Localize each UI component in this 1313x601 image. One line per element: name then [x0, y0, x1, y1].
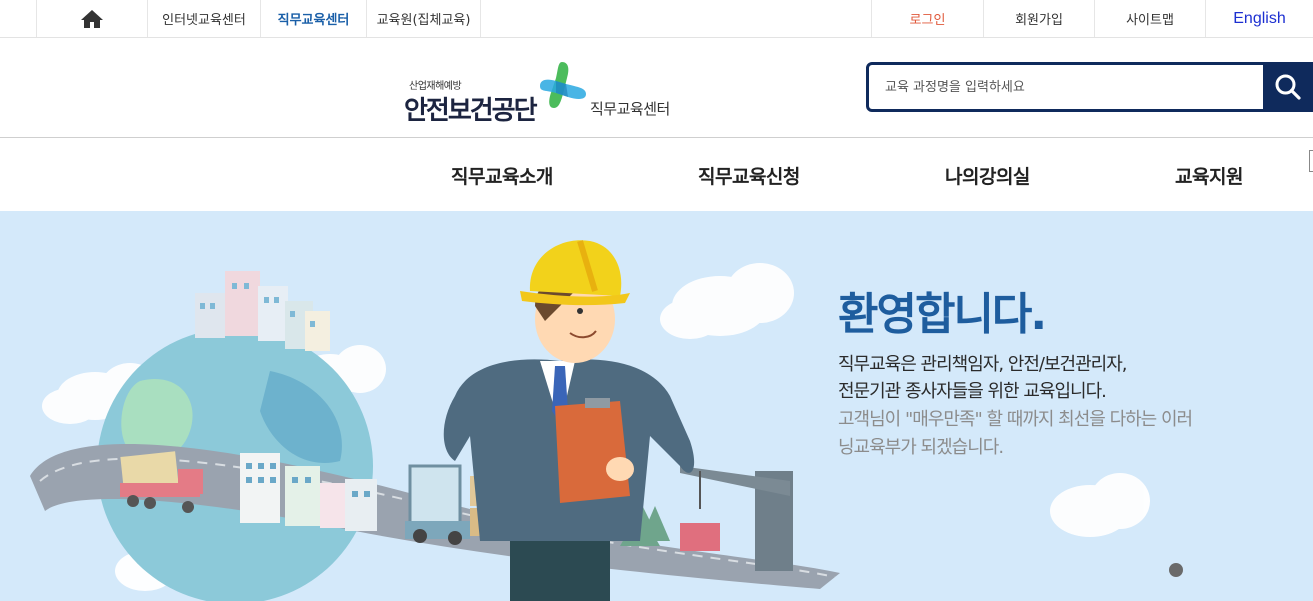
logo-name: 안전보건공단	[404, 96, 538, 126]
join-link[interactable]: 회원가입	[983, 0, 1094, 37]
scroll-tab-marker[interactable]	[1309, 150, 1313, 172]
search-input[interactable]	[869, 65, 1263, 109]
hero-banner: 환영합니다. 직무교육은 관리책임자, 안전/보건관리자, 전문기관 종사자들을…	[0, 211, 1313, 601]
search-button[interactable]	[1263, 62, 1313, 112]
hero-line-3: 고객님이 "매우만족" 할 때까지 최선을 다하는 이러	[838, 409, 1193, 430]
home-icon	[81, 9, 103, 28]
training-institute-link[interactable]: 교육원(집체교육)	[366, 0, 481, 37]
nav-my-classroom[interactable]: 나의강의실	[945, 139, 1030, 211]
logo-subtitle: 직무교육센터	[590, 100, 670, 118]
search-icon	[1275, 74, 1301, 100]
internet-edu-center-link[interactable]: 인터넷교육센터	[147, 0, 260, 37]
nav-job-edu-apply[interactable]: 직무교육신청	[698, 139, 800, 211]
slider-indicator-dot[interactable]	[1169, 563, 1183, 577]
job-edu-center-link[interactable]: 직무교육센터	[260, 0, 366, 37]
nav-edu-support[interactable]: 교육지원	[1175, 139, 1243, 211]
hero-line-4: 닝교육부가 되겠습니다.	[838, 437, 1004, 458]
sitemap-link[interactable]: 사이트맵	[1094, 0, 1205, 37]
top-utility-bar: 인터넷교육센터 직무교육센터 교육원(집체교육) 로그인 회원가입 사이트맵 E…	[0, 0, 1313, 38]
hero-line-1: 직무교육은 관리책임자, 안전/보건관리자,	[838, 354, 1127, 375]
logo-cross-icon	[540, 62, 586, 108]
search-box	[866, 62, 1266, 112]
home-link[interactable]	[36, 0, 147, 37]
site-header: 산업재해예방 안전보건공단 직무교육센터	[0, 38, 1313, 138]
main-nav: 직무교육소개 직무교육신청 나의강의실 교육지원	[0, 139, 1313, 211]
english-link[interactable]: English	[1205, 0, 1313, 37]
hero-title: 환영합니다.	[838, 289, 1047, 340]
hero-line-2: 전문기관 종사자들을 위한 교육입니다.	[838, 381, 1107, 402]
nav-job-edu-intro[interactable]: 직무교육소개	[451, 139, 553, 211]
login-link[interactable]: 로그인	[871, 0, 983, 37]
